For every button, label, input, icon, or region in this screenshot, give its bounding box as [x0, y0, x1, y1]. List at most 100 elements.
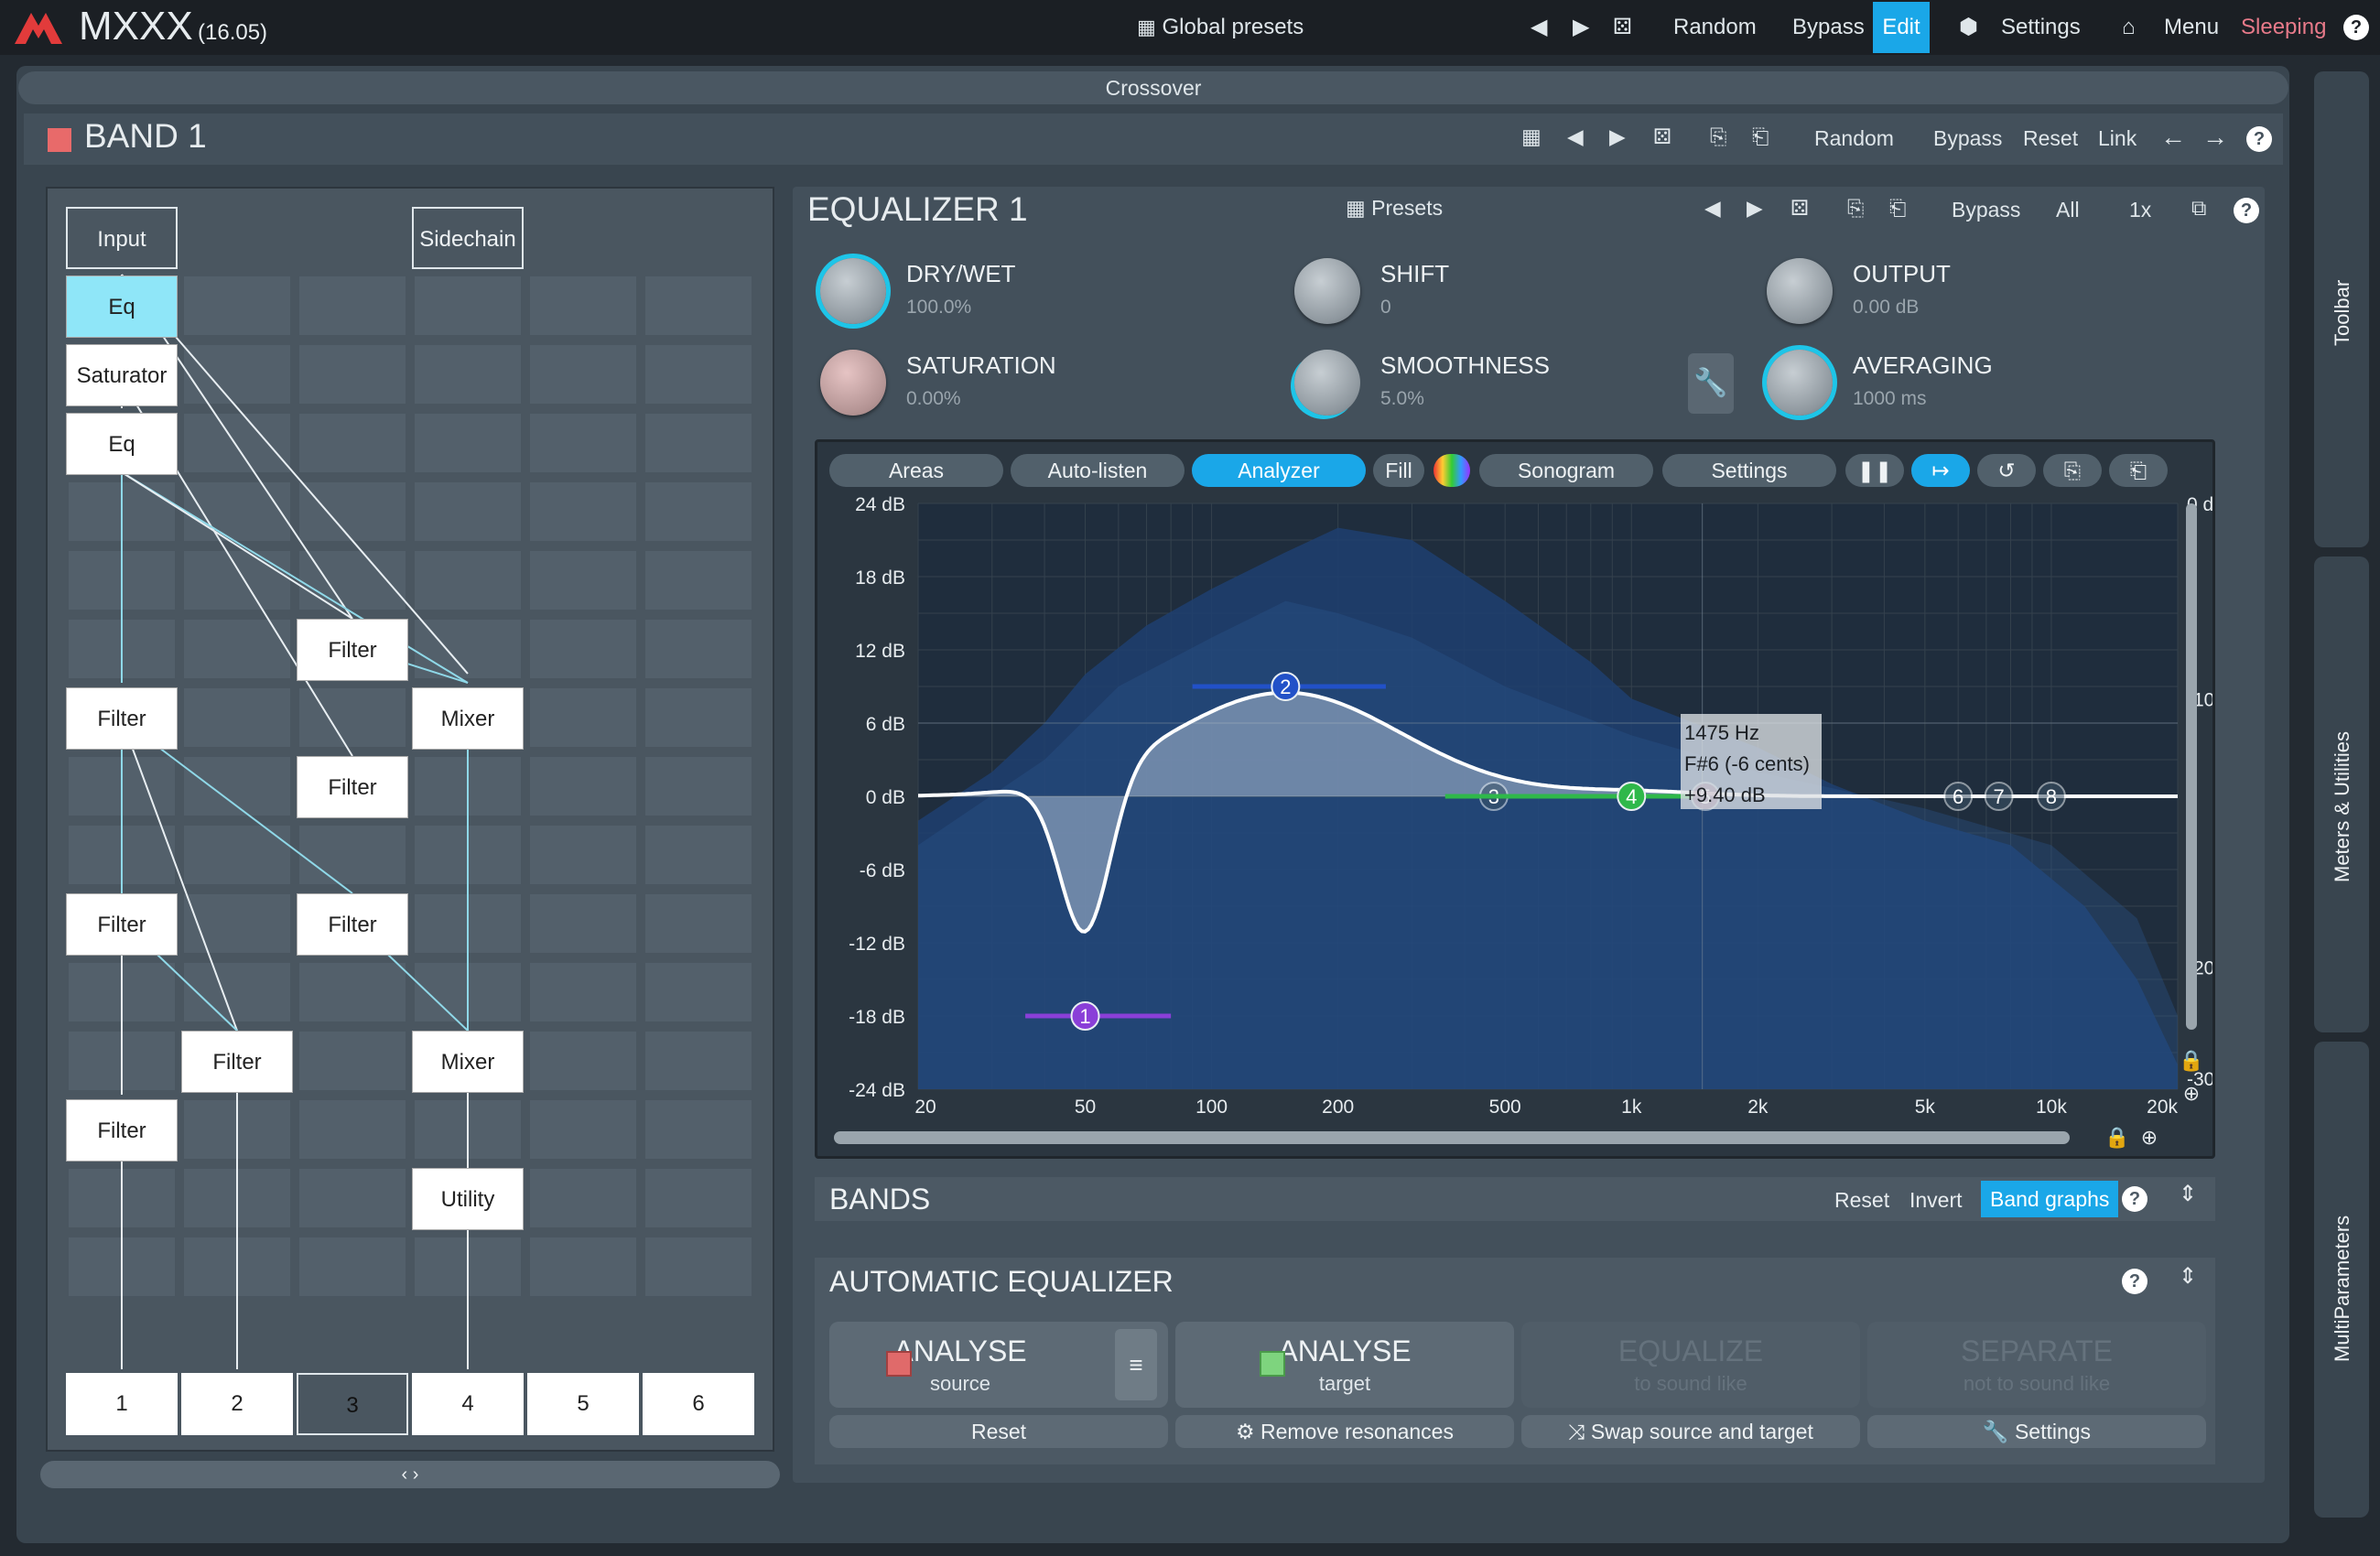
smoothness-knob[interactable]	[1294, 350, 1360, 416]
bands-invert-button[interactable]: Invert	[1909, 1188, 1963, 1213]
bands-reset-button[interactable]: Reset	[1834, 1188, 1889, 1213]
settings-button[interactable]: Settings	[2001, 0, 2081, 55]
copy-icon[interactable]: ⎘	[2043, 454, 2102, 487]
column-number-1[interactable]: 1	[66, 1373, 178, 1435]
wrench-icon[interactable]: 🔧	[1688, 353, 1734, 414]
analyzer-button[interactable]: Analyzer	[1192, 454, 1366, 487]
dice-icon[interactable]: ⚄	[1613, 0, 1632, 55]
analyse-source-button[interactable]: ANALYSE source ≡	[829, 1322, 1168, 1408]
separate-button[interactable]: SEPARATE not to sound like	[1867, 1322, 2206, 1408]
band-reset-button[interactable]: Reset	[2023, 126, 2078, 151]
routing-node-filter[interactable]: Filter	[297, 619, 408, 681]
paste-icon[interactable]: ⎗	[1889, 196, 1906, 221]
remove-resonances-button[interactable]: ⚙ Remove resonances	[1175, 1415, 1514, 1448]
crossover-bar[interactable]: Crossover	[18, 71, 2288, 104]
equalize-button[interactable]: EQUALIZE to sound like	[1521, 1322, 1860, 1408]
expand-collapse-icon[interactable]: ⇕	[2179, 1181, 2197, 1207]
grid-icon[interactable]: ▦	[1521, 124, 1542, 149]
graph-settings-button[interactable]: Settings	[1662, 454, 1836, 487]
copy-icon[interactable]: ⎘	[1710, 124, 1726, 149]
bands-help-icon[interactable]: ?	[2122, 1186, 2147, 1212]
routing-node-saturator[interactable]: Saturator	[66, 344, 178, 406]
reset-view-icon[interactable]: ↺	[1977, 454, 2036, 487]
band-link-button[interactable]: Link	[2098, 126, 2137, 151]
column-number-5[interactable]: 5	[527, 1373, 639, 1435]
column-number-2[interactable]: 2	[181, 1373, 293, 1435]
routing-node-filter[interactable]: Filter	[66, 687, 178, 750]
routing-node-mixer[interactable]: Mixer	[412, 1031, 524, 1093]
help-icon[interactable]: ?	[2343, 15, 2369, 40]
next-arrow-icon[interactable]: ▶	[1747, 196, 1763, 221]
dry-wet-knob[interactable]	[820, 258, 886, 324]
routing-node-filter[interactable]: Filter	[297, 893, 408, 956]
random-button[interactable]: Random	[1673, 0, 1757, 55]
swap-source-target-button[interactable]: ⤨ Swap source and target	[1521, 1415, 1860, 1448]
auto-listen-button[interactable]: Auto-listen	[1011, 454, 1185, 487]
auto-eq-help-icon[interactable]: ?	[2122, 1269, 2147, 1294]
sleeping-indicator[interactable]: Sleeping	[2241, 0, 2326, 55]
copy-icon[interactable]: ⎘	[1847, 196, 1864, 221]
band-graphs-button[interactable]: Band graphs	[1981, 1181, 2119, 1217]
output-knob[interactable]	[1767, 258, 1833, 324]
routing-node-eq[interactable]: Eq	[66, 276, 178, 338]
toolbar-tab[interactable]: Toolbar	[2314, 71, 2369, 547]
band-bypass-button[interactable]: Bypass	[1933, 126, 2002, 151]
column-number-4[interactable]: 4	[412, 1373, 524, 1435]
eq-zoom-button[interactable]: 1x	[2129, 198, 2151, 222]
multiparameters-tab[interactable]: MultiParameters	[2314, 1042, 2369, 1518]
prev-preset-arrow-icon[interactable]: ◀	[1531, 0, 1547, 55]
spectrum-color-icon[interactable]	[1433, 454, 1470, 487]
meters-utilities-tab[interactable]: Meters & Utilities	[2314, 556, 2369, 1032]
routing-node-filter[interactable]: Filter	[66, 893, 178, 956]
shift-knob[interactable]	[1294, 258, 1360, 324]
routing-node-eq[interactable]: Eq	[66, 413, 178, 475]
routing-node-filter[interactable]: Filter	[66, 1099, 178, 1162]
edit-button[interactable]: Edit	[1873, 2, 1930, 53]
routing-node-mixer[interactable]: Mixer	[412, 687, 524, 750]
shield-icon[interactable]: ⬢	[1959, 0, 1978, 55]
global-presets-button[interactable]: ▦ Global presets	[1137, 0, 1304, 55]
dice-icon[interactable]: ⚄	[1790, 196, 1809, 221]
saturation-knob[interactable]	[820, 350, 886, 416]
column-number-3[interactable]: 3	[297, 1373, 408, 1435]
routing-scrollbar[interactable]: ‹ ›	[40, 1461, 780, 1488]
areas-button[interactable]: Areas	[829, 454, 1003, 487]
eq-presets-button[interactable]: ▦ Presets	[1346, 196, 1443, 221]
eq-all-button[interactable]: All	[2056, 198, 2080, 222]
prev-arrow-icon[interactable]: ◀	[1567, 124, 1584, 149]
paste-icon[interactable]: ⎗	[2109, 454, 2168, 487]
hamburger-menu-icon[interactable]: ≡	[1115, 1329, 1157, 1400]
pause-icon[interactable]: ❚❚	[1845, 454, 1904, 487]
eq-help-icon[interactable]: ?	[2234, 198, 2259, 223]
remove-resonances-label: Remove resonances	[1260, 1420, 1454, 1443]
bypass-button[interactable]: Bypass	[1792, 0, 1865, 55]
routing-node-utility[interactable]: Utility	[412, 1168, 524, 1230]
sonogram-button[interactable]: Sonogram	[1479, 454, 1653, 487]
expand-collapse-icon[interactable]: ⇕	[2179, 1263, 2197, 1290]
auto-eq-settings-button[interactable]: 🔧 Settings	[1867, 1415, 2206, 1448]
sidechain-node[interactable]: Sidechain	[412, 207, 524, 269]
window-icon[interactable]: ⧉	[2191, 196, 2206, 221]
fill-button[interactable]: Fill	[1373, 454, 1424, 487]
arrow-right-icon[interactable]: →	[2202, 123, 2228, 152]
eq-bypass-button[interactable]: Bypass	[1952, 198, 2020, 222]
column-number-6[interactable]: 6	[643, 1373, 754, 1435]
routing-node-filter[interactable]: Filter	[181, 1031, 293, 1093]
dice-icon[interactable]: ⚄	[1653, 124, 1671, 149]
next-preset-arrow-icon[interactable]: ▶	[1573, 0, 1589, 55]
arrow-left-icon[interactable]: ←	[2160, 123, 2186, 152]
range-icon[interactable]: ↦	[1911, 454, 1970, 487]
home-icon[interactable]: ⌂	[2122, 0, 2136, 55]
band-help-icon[interactable]: ?	[2246, 126, 2272, 152]
menu-button[interactable]: Menu	[2164, 0, 2219, 55]
prev-arrow-icon[interactable]: ◀	[1704, 196, 1721, 221]
averaging-knob[interactable]	[1767, 350, 1833, 416]
next-arrow-icon[interactable]: ▶	[1609, 124, 1626, 149]
band-random-button[interactable]: Random	[1814, 126, 1894, 151]
routing-node-filter[interactable]: Filter	[297, 756, 408, 818]
analyse-target-button[interactable]: ANALYSE target	[1175, 1322, 1514, 1408]
auto-eq-reset-button[interactable]: Reset	[829, 1415, 1168, 1448]
paste-icon[interactable]: ⎗	[1752, 124, 1769, 149]
eq-plot[interactable]: 1234567824 dB18 dB12 dB6 dB0 dB-6 dB-12 …	[817, 492, 2212, 1151]
input-node[interactable]: Input	[66, 207, 178, 269]
